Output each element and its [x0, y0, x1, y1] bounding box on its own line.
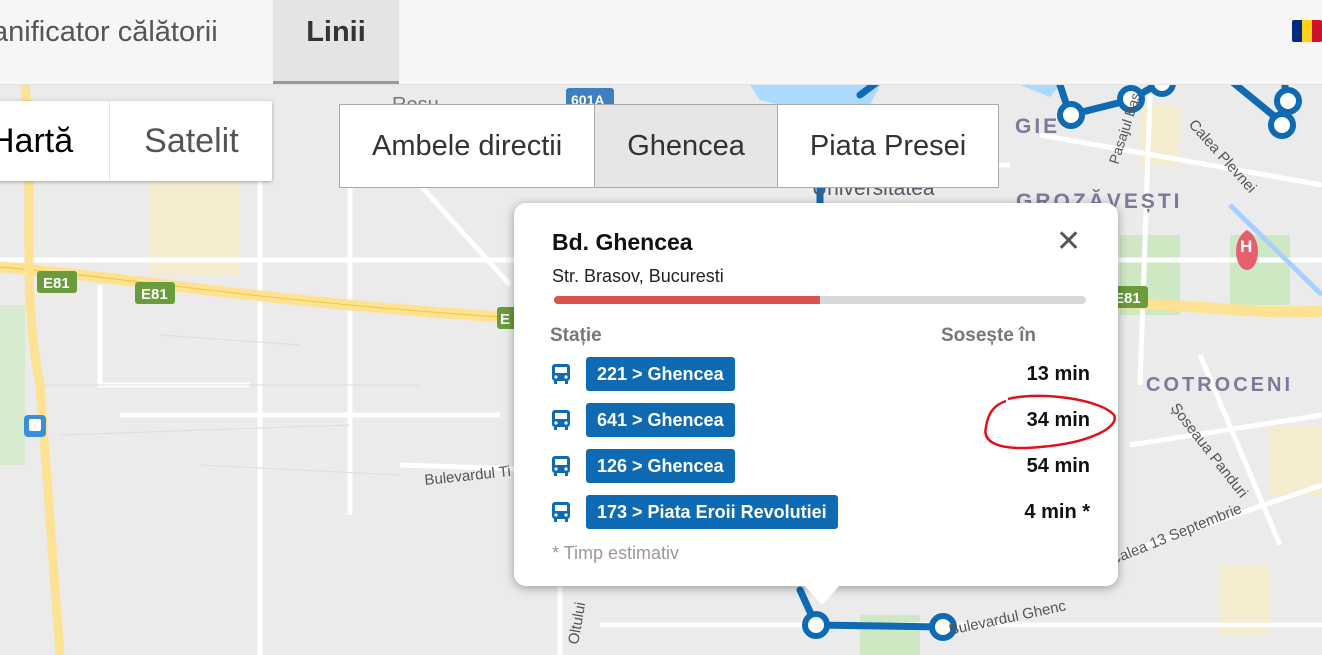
direction-both-button[interactable]: Ambele directii — [340, 105, 596, 187]
map-label-e: E — [500, 311, 510, 328]
estimate-footnote: * Timp estimativ — [552, 543, 680, 563]
line-badge[interactable]: 126 > Ghencea — [586, 449, 735, 483]
arrival-time: 13 min — [1026, 363, 1090, 385]
direction-piata-presei-button[interactable]: Piata Presei — [778, 105, 998, 187]
map-label-e81: E81 — [43, 275, 70, 292]
tab-trip-planner[interactable]: anificator călătorii — [0, 0, 218, 84]
line-badge[interactable]: 173 > Piata Eroii Revolutiei — [586, 495, 838, 529]
line-badge[interactable]: 221 > Ghencea — [586, 357, 735, 391]
station-address: Str. Brasov, Bucuresti — [552, 266, 724, 286]
map-type-satellite-button[interactable]: Satelit — [110, 101, 272, 181]
arrival-row: 173 > Piata Eroii Revolutiei 4 min * — [550, 495, 1090, 529]
bus-icon — [552, 456, 570, 476]
map-label-e81: E81 — [1114, 290, 1141, 307]
arrival-time: 54 min — [1026, 455, 1090, 477]
direction-ghencea-button[interactable]: Ghencea — [595, 105, 778, 187]
bus-icon — [552, 410, 570, 430]
bus-icon — [552, 502, 570, 522]
hospital-icon: H — [1240, 237, 1252, 256]
arrival-time: 4 min * — [1024, 501, 1090, 523]
annotation-circle — [984, 394, 1116, 450]
station-title: Bd. Ghencea — [552, 229, 693, 255]
map-label-e81: E81 — [141, 286, 168, 303]
progress-fill — [554, 296, 820, 304]
line-badge[interactable]: 641 > Ghencea — [586, 403, 735, 437]
arrival-row: 126 > Ghencea 54 min — [550, 449, 1090, 483]
map-type-control: Hartă Satelit — [0, 101, 272, 181]
map-type-map-button[interactable]: Hartă — [0, 101, 111, 181]
map-label-cotroceni: COTROCENI — [1146, 374, 1293, 396]
map-label-gie: GIE — [1015, 115, 1060, 138]
column-header-arrives: Sosește în — [941, 325, 1037, 346]
column-header-station: Stație — [550, 325, 602, 346]
arrival-row: 221 > Ghencea 13 min — [550, 357, 1090, 391]
bus-icon — [552, 364, 570, 384]
language-flag-icon[interactable] — [1292, 20, 1322, 42]
tab-lines[interactable]: Linii — [273, 0, 399, 84]
popup-progress-bar — [554, 296, 1086, 304]
popup-pointer — [804, 585, 840, 605]
close-icon[interactable]: ✕ — [1056, 227, 1081, 257]
top-nav: anificator călătorii Linii — [0, 0, 1322, 85]
direction-filter: Ambele directii Ghencea Piata Presei — [339, 104, 1000, 188]
